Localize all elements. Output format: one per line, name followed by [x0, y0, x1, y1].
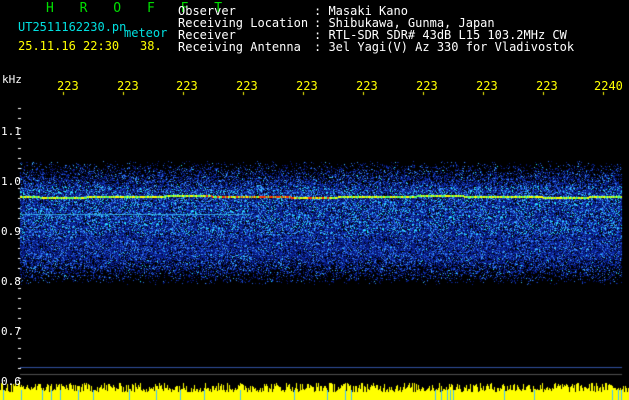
spectrogram-canvas [0, 0, 629, 400]
hrofft-window: { "header": { "title": "H R O F F T", "f… [0, 0, 629, 400]
x-tick-label: 223 [536, 79, 558, 93]
meta-value-antenna: : 3el Yagi(V) Az 330 for Vladivostok [314, 40, 575, 54]
x-tick-label: 223 [57, 79, 79, 93]
frequency-unit-label: kHz [2, 73, 22, 86]
x-tick-label: 223 [476, 79, 498, 93]
y-tick-label: 0.8 [1, 275, 21, 288]
x-tick-label: 223 [117, 79, 139, 93]
count-value: 38. [140, 39, 162, 53]
x-tick-label: 223 [176, 79, 198, 93]
file-name: UT2511162230.pn [18, 20, 127, 34]
y-tick-label: 1.1 [1, 125, 21, 138]
file-type: meteor [124, 26, 168, 40]
y-tick-label: 0.7 [1, 325, 21, 338]
x-tick-label: 223 [356, 79, 378, 93]
x-tick-label: 223 [236, 79, 258, 93]
x-tick-label: 223 [416, 79, 438, 93]
y-tick-label: 1.0 [1, 175, 21, 188]
x-tick-label: 2240 [594, 79, 623, 93]
y-tick-label: 0.6 [1, 375, 21, 388]
meta-label-antenna: Receiving Antenna [178, 40, 301, 54]
y-tick-label: 0.9 [1, 225, 21, 238]
date-time: 25.11.16 22:30 [18, 39, 120, 53]
x-tick-label: 223 [296, 79, 318, 93]
